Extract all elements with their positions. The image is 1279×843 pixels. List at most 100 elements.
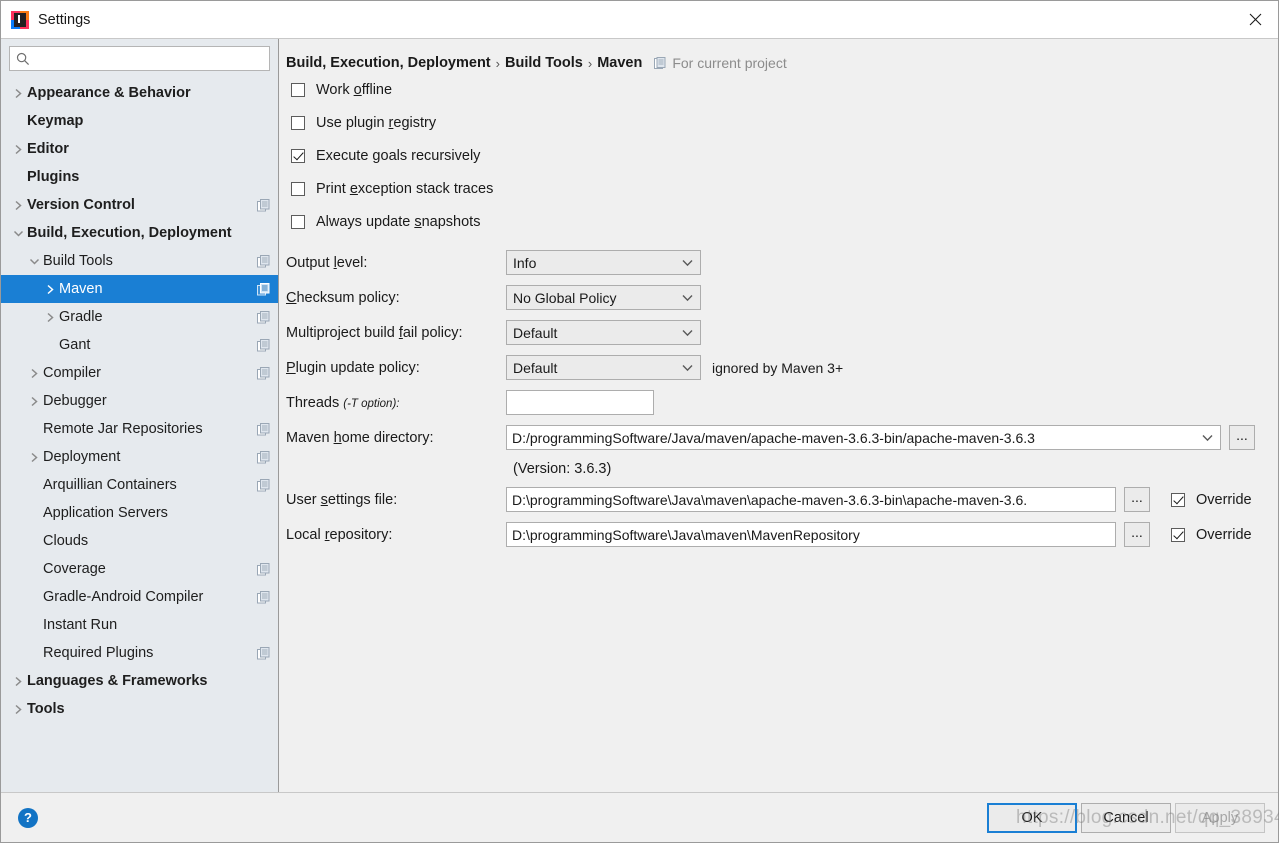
scope-indicator: For current project [654,55,786,71]
sidebar-item-tools[interactable]: Tools [1,695,278,723]
field-row-maven-home: Maven home directory: D:/programmingSoft… [286,420,1278,455]
checksum-policy-dropdown[interactable]: No Global Policy [506,285,701,310]
sidebar-item-gradle[interactable]: Gradle [1,303,278,331]
sidebar-item-remote-jar-repositories[interactable]: Remote Jar Repositories [1,415,278,443]
local-repository-label: Local repository: [286,527,506,543]
checkbox-label: Always update snapshots [316,214,480,230]
checkbox-control[interactable] [291,116,305,130]
sidebar-item-build-tools[interactable]: Build Tools [1,247,278,275]
sidebar-item-label: Appearance & Behavior [27,85,252,101]
maven-home-value: D:/programmingSoftware/Java/maven/apache… [512,430,1035,446]
local-repository-override-checkbox[interactable] [1171,528,1185,542]
dialog-button-group: OK Cancel Apply [987,803,1265,833]
expand-arrow-icon[interactable] [9,704,27,715]
chevron-down-icon [1202,434,1213,441]
help-button[interactable]: ? [18,808,38,828]
field-row-threads: Threads (-T option): [286,385,1278,420]
project-scope-icon [252,479,274,492]
chevron-down-icon [682,294,693,301]
sidebar-item-required-plugins[interactable]: Required Plugins [1,639,278,667]
user-settings-browse-button[interactable]: ... [1124,487,1150,512]
expand-arrow-icon[interactable] [41,284,59,295]
sidebar-item-label: Plugins [27,169,252,185]
expand-arrow-icon[interactable] [9,144,27,155]
title-bar: Settings [1,1,1278,38]
close-icon[interactable] [1232,1,1278,38]
breadcrumb-part-2[interactable]: Build Tools [505,55,583,71]
sidebar-item-keymap[interactable]: Keymap [1,107,278,135]
plugin-update-policy-dropdown[interactable]: Default [506,355,701,380]
search-input[interactable] [30,47,269,70]
sidebar-item-label: Compiler [43,365,252,381]
checkbox-row-work-offline[interactable]: Work offline [279,73,1278,106]
sidebar-item-editor[interactable]: Editor [1,135,278,163]
sidebar-item-languages-frameworks[interactable]: Languages & Frameworks [1,667,278,695]
local-repository-override[interactable]: Override [1171,527,1252,543]
expand-arrow-icon[interactable] [25,368,43,379]
checkbox-row-print-exception-stack-traces[interactable]: Print exception stack traces [279,172,1278,205]
expand-arrow-icon[interactable] [25,396,43,407]
checkbox-row-execute-goals-recursively[interactable]: Execute goals recursively [279,139,1278,172]
sidebar-item-label: Keymap [27,113,252,129]
cancel-button[interactable]: Cancel [1081,803,1171,833]
user-settings-input[interactable]: D:\programmingSoftware\Java\maven\apache… [506,487,1116,512]
expand-arrow-icon[interactable] [9,229,27,238]
sidebar-item-arquillian-containers[interactable]: Arquillian Containers [1,471,278,499]
checkbox-control[interactable] [291,182,305,196]
sidebar-item-label: Remote Jar Repositories [43,421,252,437]
expand-arrow-icon[interactable] [9,88,27,99]
search-box[interactable] [9,46,270,71]
checkbox-row-use-plugin-registry[interactable]: Use plugin registry [279,106,1278,139]
sidebar-item-application-servers[interactable]: Application Servers [1,499,278,527]
sidebar-item-deployment[interactable]: Deployment [1,443,278,471]
user-settings-override-checkbox[interactable] [1171,493,1185,507]
sidebar-item-build-execution-deployment[interactable]: Build, Execution, Deployment [1,219,278,247]
maven-home-browse-button[interactable]: ... [1229,425,1255,450]
threads-label: Threads (-T option): [286,395,506,411]
sidebar-item-clouds[interactable]: Clouds [1,527,278,555]
sidebar-item-version-control[interactable]: Version Control [1,191,278,219]
sidebar-item-label: Languages & Frameworks [27,673,252,689]
settings-dialog: Settings Appearance & Behavior Keymap Edit… [0,0,1279,843]
expand-arrow-icon[interactable] [9,200,27,211]
scope-label: For current project [672,55,786,71]
multiproject-fail-policy-dropdown[interactable]: Default [506,320,701,345]
checkbox-control[interactable] [291,215,305,229]
user-settings-override[interactable]: Override [1171,492,1252,508]
user-settings-value: D:\programmingSoftware\Java\maven\apache… [512,492,1027,508]
output-level-dropdown[interactable]: Info [506,250,701,275]
sidebar-item-plugins[interactable]: Plugins [1,163,278,191]
checkbox-control[interactable] [291,83,305,97]
expand-arrow-icon[interactable] [41,312,59,323]
maven-home-combo[interactable]: D:/programmingSoftware/Java/maven/apache… [506,425,1221,450]
sidebar-item-gant[interactable]: Gant [1,331,278,359]
plugin-update-policy-value: Default [513,360,557,376]
expand-arrow-icon[interactable] [25,257,43,266]
local-repository-input[interactable]: D:\programmingSoftware\Java\maven\MavenR… [506,522,1116,547]
intellij-idea-logo-icon [11,11,29,29]
expand-arrow-icon[interactable] [9,676,27,687]
checkbox-control[interactable] [291,149,305,163]
multiproject-fail-policy-label: Multiproject build fail policy: [286,325,506,341]
checkbox-label: Execute goals recursively [316,148,480,164]
threads-input[interactable] [506,390,654,415]
sidebar-item-instant-run[interactable]: Instant Run [1,611,278,639]
project-scope-icon [252,255,274,268]
ok-button[interactable]: OK [987,803,1077,833]
apply-button[interactable]: Apply [1175,803,1265,833]
sidebar-item-label: Build Tools [43,253,252,269]
checkbox-row-always-update-snapshots[interactable]: Always update snapshots [279,205,1278,238]
sidebar-item-label: Build, Execution, Deployment [27,225,252,241]
local-repository-value: D:\programmingSoftware\Java\maven\MavenR… [512,527,860,543]
sidebar-item-compiler[interactable]: Compiler [1,359,278,387]
sidebar-item-appearance-behavior[interactable]: Appearance & Behavior [1,79,278,107]
sidebar-item-coverage[interactable]: Coverage [1,555,278,583]
sidebar-item-label: Deployment [43,449,252,465]
expand-arrow-icon[interactable] [25,452,43,463]
sidebar-item-debugger[interactable]: Debugger [1,387,278,415]
local-repository-browse-button[interactable]: ... [1124,522,1150,547]
sidebar-item-gradle-android-compiler[interactable]: Gradle-Android Compiler [1,583,278,611]
maven-form: Output level: Info Checksum policy: [279,245,1278,552]
sidebar-item-maven[interactable]: Maven [1,275,278,303]
breadcrumb-part-1[interactable]: Build, Execution, Deployment [286,55,491,71]
